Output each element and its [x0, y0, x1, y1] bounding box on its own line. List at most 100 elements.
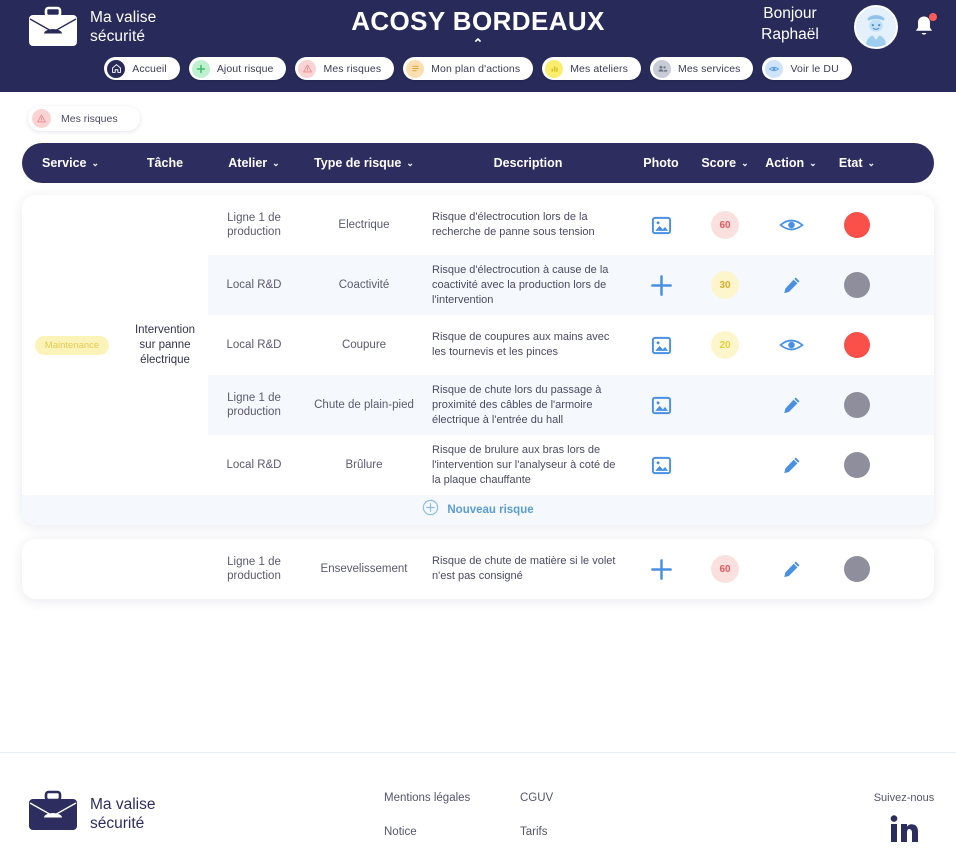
eye-icon[interactable] [778, 335, 804, 355]
plus-icon[interactable] [649, 557, 674, 582]
column-header-atelier[interactable]: Atelier ⌄ [208, 156, 300, 170]
column-label: Tâche [146, 156, 184, 170]
score-cell [694, 459, 756, 471]
type-de-risque-cell: Coupure [341, 339, 387, 351]
column-label: Score [701, 156, 737, 170]
nav-label: Mes risques [323, 62, 382, 75]
atelier-cell: Ligne 1 de production [227, 212, 281, 238]
nav-label: Accueil [132, 62, 167, 75]
pencil-icon[interactable] [781, 275, 802, 296]
app-header: Ma valise sécurité ACOSY BORDEAUX ⌃ Bonj… [0, 0, 956, 92]
column-label: Description [493, 156, 563, 170]
type-de-risque-cell: Chute de plain-pied [314, 399, 414, 411]
service-cell: Maintenance [22, 195, 122, 495]
risk-rows: Ligne 1 de production Electrique Risque d'… [208, 195, 934, 495]
breadcrumb-mes-risques[interactable]: Mes risques [28, 106, 140, 131]
status-badge[interactable] [844, 332, 870, 358]
column-header-service[interactable]: Service ⌄ [22, 156, 122, 170]
table-row[interactable]: Ligne 1 de production Ensevelissement Risq… [208, 539, 934, 599]
type-de-risque-cell: Electrique [338, 219, 390, 231]
main-nav: Accueil Ajout risque Mes risques Mon pla… [0, 57, 956, 80]
type-de-risque-cell: Coactivité [338, 279, 390, 291]
nav-item-mon-plan-dactions[interactable]: Mon plan d'actions [403, 57, 534, 80]
nav-label: Ajout risque [216, 62, 274, 75]
score-badge: 30 [711, 271, 739, 299]
greeting-name: Raphaël [761, 26, 819, 43]
linkedin-icon[interactable] [866, 814, 942, 844]
photo-cell [628, 329, 694, 362]
nav-item-ajout-risque[interactable]: Ajout risque [188, 57, 287, 80]
action-cell [756, 269, 826, 302]
description-cell: Risque de brulure aux bras lors de l'int… [432, 443, 616, 486]
footer-brand-text: Ma valise sécurité [90, 795, 155, 833]
type-de-risque-cell: Ensevelissement [320, 563, 408, 575]
pencil-icon[interactable] [781, 395, 802, 416]
nav-item-accueil[interactable]: Accueil [104, 57, 180, 80]
column-header-type-de-risque[interactable]: Type de risque ⌄ [300, 156, 428, 170]
service-badge[interactable]: Maintenance [34, 335, 110, 355]
table-row[interactable]: Local R&D Coactivité Risque d'électrocutio… [208, 255, 934, 315]
atelier-cell: Local R&D [226, 279, 282, 291]
avatar[interactable] [854, 5, 898, 49]
column-header-action[interactable]: Action ⌄ [756, 156, 826, 170]
briefcase-icon [26, 790, 80, 837]
pencil-icon[interactable] [781, 559, 802, 580]
nav-label: Voir le DU [790, 62, 839, 75]
footer-link-mentions-legales[interactable]: Mentions légales [384, 792, 470, 804]
table-row[interactable]: Ligne 1 de production Electrique Risque d'… [208, 195, 934, 255]
table-row[interactable]: Local R&D Coupure Risque de coupures aux m… [208, 315, 934, 375]
image-icon[interactable] [651, 395, 672, 416]
chevron-down-icon: ⌄ [809, 157, 817, 168]
score-cell: 60 [694, 549, 756, 589]
photo-cell [628, 551, 694, 588]
image-icon[interactable] [651, 335, 672, 356]
nav-item-mes-risques[interactable]: Mes risques [295, 57, 395, 80]
footer-link-cguv[interactable]: CGUV [520, 792, 553, 804]
column-label: Service [42, 156, 87, 170]
atelier-cell: Local R&D [226, 339, 282, 351]
task-cell [122, 539, 208, 599]
status-badge[interactable] [844, 392, 870, 418]
score-badge: 60 [711, 555, 739, 583]
footer-link-notice[interactable]: Notice [384, 826, 470, 838]
image-icon[interactable] [651, 215, 672, 236]
column-label: Action [765, 156, 805, 170]
nav-label: Mes services [678, 62, 741, 75]
footer-social: Suivez-nous [866, 792, 942, 844]
column-header-score[interactable]: Score ⌄ [694, 156, 756, 170]
column-label: Photo [643, 156, 679, 170]
risk-group: Maintenance Intervention sur panne électr… [22, 195, 934, 495]
pencil-icon[interactable] [781, 455, 802, 476]
table-header-row: Service ⌄ Tâche Atelier ⌄ Type de risque… [22, 143, 934, 183]
column-header-etat[interactable]: Etat ⌄ [826, 156, 888, 170]
plus-icon [191, 59, 210, 78]
table-body: Maintenance Intervention sur panne électr… [22, 195, 934, 599]
nav-item-mes-services[interactable]: Mes services [650, 57, 754, 80]
status-badge[interactable] [844, 272, 870, 298]
description-cell: Risque de chute de matière si le volet n… [432, 555, 616, 582]
nav-item-voir-le-du[interactable]: Voir le DU [762, 57, 852, 80]
image-icon[interactable] [651, 455, 672, 476]
nav-item-mes-ateliers[interactable]: Mes ateliers [542, 57, 642, 80]
table-row[interactable]: Ligne 1 de production Chute de plain-pied… [208, 375, 934, 435]
new-risk-label: Nouveau risque [447, 504, 534, 516]
page-body: Mes risques Service ⌄ Tâche Atelier ⌄ Ty… [0, 92, 956, 599]
status-badge[interactable] [844, 556, 870, 582]
status-badge[interactable] [844, 452, 870, 478]
plus-icon[interactable] [649, 273, 674, 298]
footer-brand[interactable]: Ma valise sécurité [26, 790, 155, 837]
warning-triangle-icon [298, 59, 317, 78]
greeting-hello: Bonjour [763, 5, 817, 22]
column-header-photo: Photo [628, 156, 694, 170]
table-row[interactable]: Local R&D Brûlure Risque de brulure aux br… [208, 435, 934, 495]
score-badge: 20 [711, 331, 739, 359]
column-label: Etat [838, 156, 863, 170]
photo-cell [628, 209, 694, 242]
score-cell: 30 [694, 265, 756, 305]
score-badge: 60 [711, 211, 739, 239]
eye-icon[interactable] [778, 215, 804, 235]
warning-triangle-icon [32, 109, 51, 128]
footer-link-tarifs[interactable]: Tarifs [520, 826, 553, 838]
new-risk-button[interactable]: Nouveau risque [22, 495, 934, 525]
status-badge[interactable] [844, 212, 870, 238]
